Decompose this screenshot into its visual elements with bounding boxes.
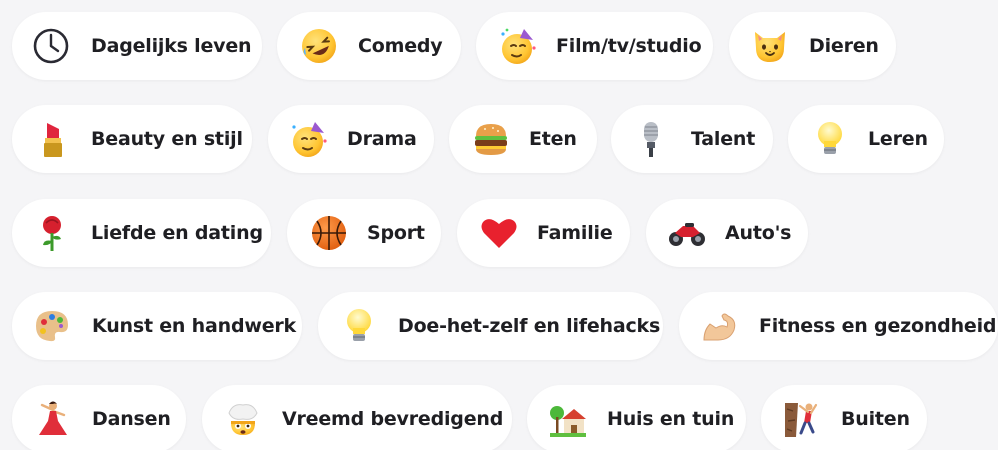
category-label: Eten (529, 128, 577, 150)
person-climbing-icon (782, 399, 822, 439)
category-label: Dieren (809, 35, 879, 57)
exploding-head-icon (223, 399, 263, 439)
category-label: Vreemd bevredigend (282, 408, 504, 430)
partying-face-icon (289, 119, 329, 159)
category-chip-sport[interactable]: Sport (287, 199, 441, 267)
motorcycle-icon (667, 213, 707, 253)
category-label: Sport (367, 222, 425, 244)
red-heart-icon (479, 213, 519, 253)
hamburger-icon (471, 119, 511, 159)
category-label: Drama (347, 128, 417, 150)
category-chip-fitness-en-gezondheid[interactable]: Fitness en gezondheid (679, 292, 998, 360)
woman-dancing-icon (33, 399, 73, 439)
category-chip-film-tv-studio[interactable]: Film/tv/studio (476, 12, 713, 80)
category-chip-dagelijks-leven[interactable]: Dagelijks leven (12, 12, 262, 80)
category-chip-dansen[interactable]: Dansen (12, 385, 186, 450)
category-label: Doe-het-zelf en lifehacks (398, 315, 661, 337)
category-label: Film/tv/studio (556, 35, 702, 57)
cat-face-icon (750, 26, 790, 66)
category-label: Talent (691, 128, 756, 150)
category-label: Huis en tuin (607, 408, 735, 430)
category-chip-huis-en-tuin[interactable]: Huis en tuin (527, 385, 746, 450)
category-chip-familie[interactable]: Familie (457, 199, 630, 267)
artist-palette-icon (32, 306, 72, 346)
category-label: Leren (868, 128, 928, 150)
microphone-icon (632, 119, 672, 159)
category-label: Kunst en handwerk (92, 315, 296, 337)
category-chip-eten[interactable]: Eten (449, 105, 597, 173)
category-chip-dieren[interactable]: Dieren (729, 12, 896, 80)
category-label: Dansen (92, 408, 171, 430)
category-picker: Dagelijks leven Comedy Film/tv/studio Di… (0, 0, 998, 450)
house-with-garden-icon (548, 399, 588, 439)
category-chip-drama[interactable]: Drama (268, 105, 434, 173)
category-label: Liefde en dating (91, 222, 263, 244)
light-bulb-icon (339, 306, 379, 346)
category-chip-vreemd-bevredigend[interactable]: Vreemd bevredigend (202, 385, 512, 450)
category-label: Familie (537, 222, 613, 244)
category-chip-autos[interactable]: Auto's (646, 199, 808, 267)
category-chip-kunst-en-handwerk[interactable]: Kunst en handwerk (12, 292, 302, 360)
light-bulb-icon (810, 119, 850, 159)
category-chip-comedy[interactable]: Comedy (277, 12, 461, 80)
rolling-on-floor-laughing-icon (299, 26, 339, 66)
basketball-icon (309, 213, 349, 253)
clock-icon (31, 26, 71, 66)
rose-icon (32, 213, 72, 253)
lipstick-icon (33, 119, 73, 159)
category-label: Beauty en stijl (91, 128, 243, 150)
category-chip-beauty-en-stijl[interactable]: Beauty en stijl (12, 105, 252, 173)
category-label: Comedy (358, 35, 443, 57)
category-label: Dagelijks leven (91, 35, 252, 57)
category-label: Buiten (841, 408, 910, 430)
category-chip-buiten[interactable]: Buiten (761, 385, 927, 450)
category-chip-leren[interactable]: Leren (788, 105, 944, 173)
category-label: Auto's (725, 222, 792, 244)
category-chip-liefde-en-dating[interactable]: Liefde en dating (12, 199, 271, 267)
partying-face-icon (498, 26, 538, 66)
category-chip-doe-het-zelf-en-lifehacks[interactable]: Doe-het-zelf en lifehacks (318, 292, 663, 360)
flexed-biceps-icon (700, 306, 740, 346)
category-label: Fitness en gezondheid (759, 315, 997, 337)
category-chip-talent[interactable]: Talent (611, 105, 773, 173)
